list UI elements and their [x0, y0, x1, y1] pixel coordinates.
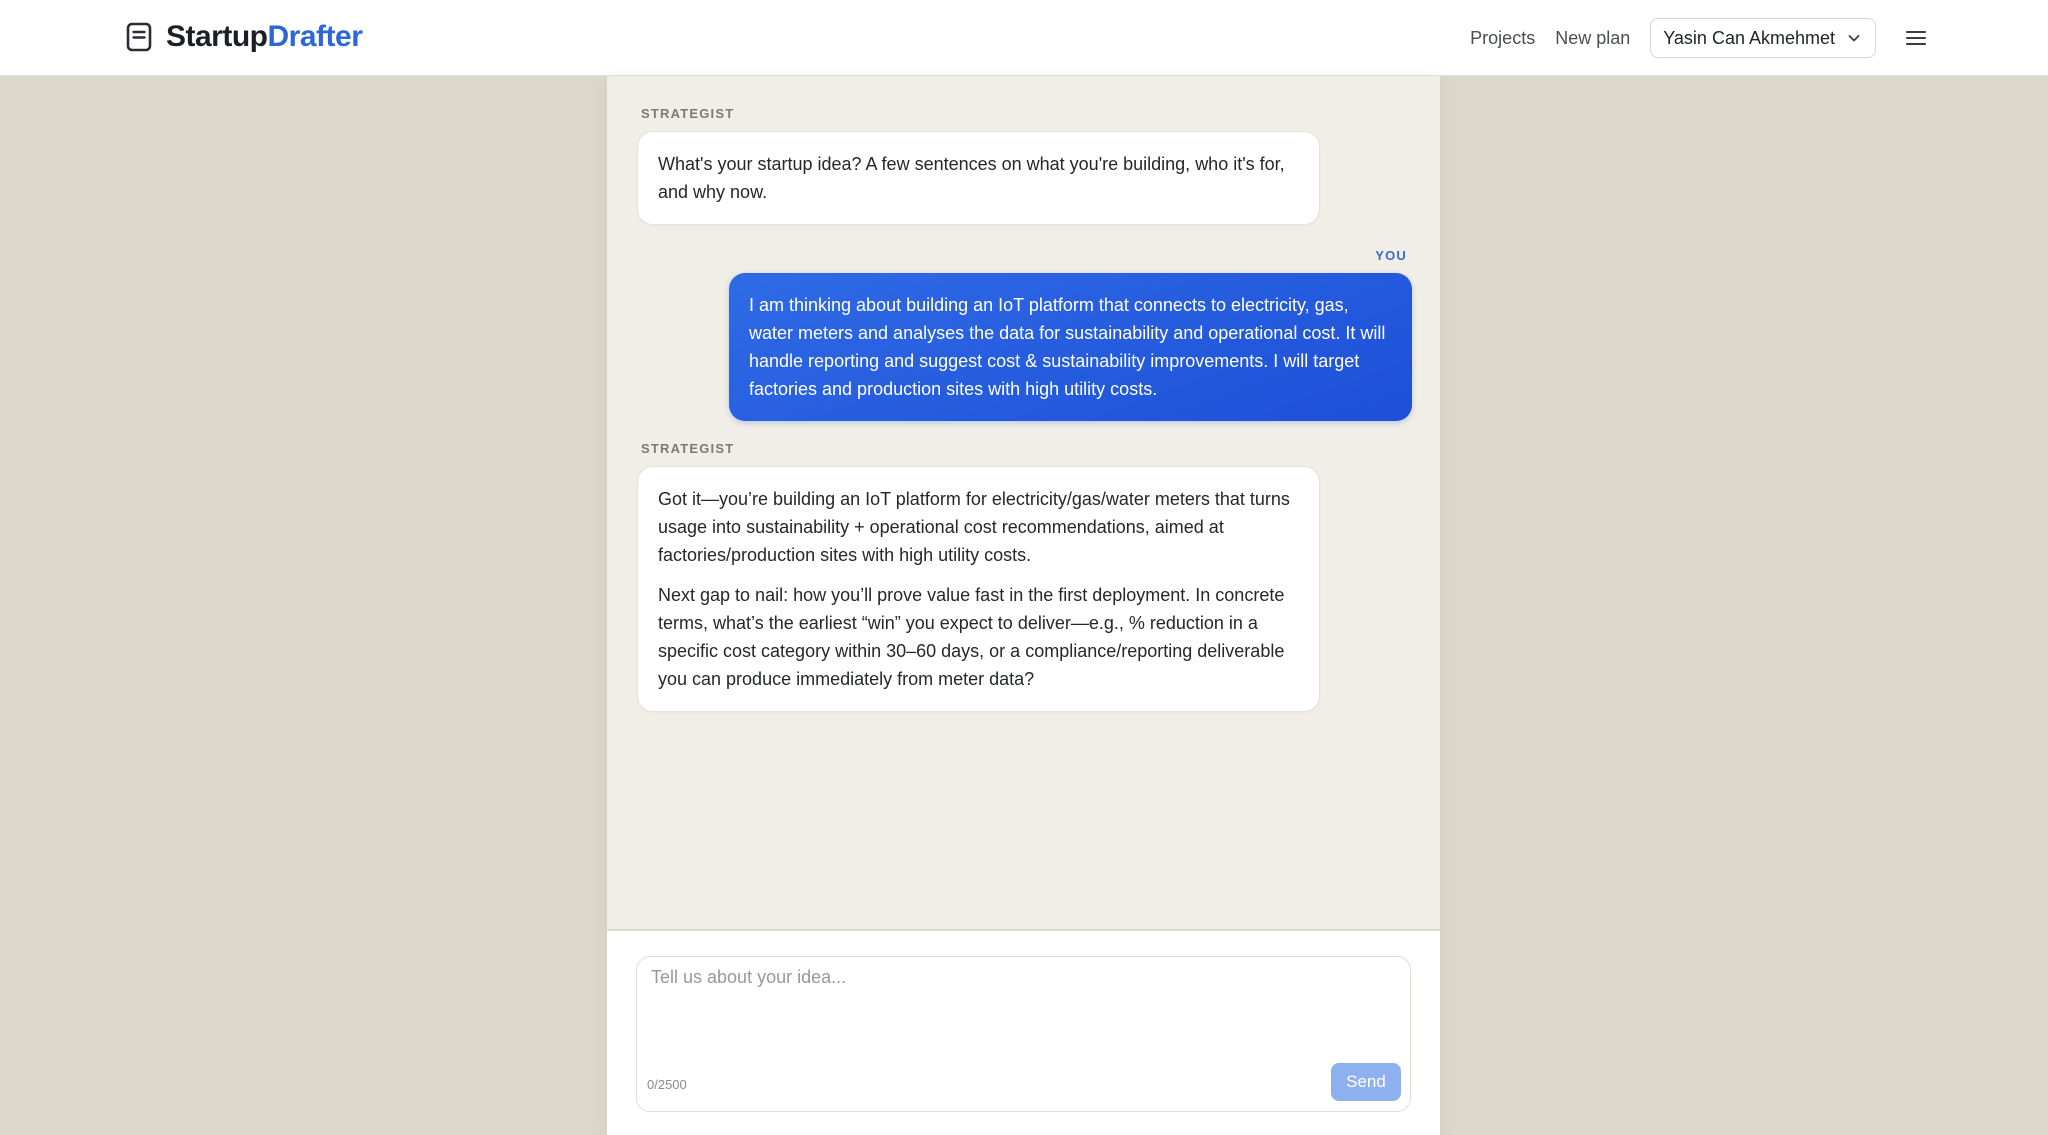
document-icon — [126, 22, 152, 52]
user-account-dropdown[interactable]: Yasin Can Akmehmet — [1650, 18, 1876, 58]
assistant-message-bubble: Got it—you’re building an IoT platform f… — [637, 466, 1320, 712]
chat-message-list: STRATEGIST What's your startup idea? A f… — [607, 76, 1440, 930]
hamburger-menu-icon[interactable] — [1904, 26, 1928, 50]
chat-panel: STRATEGIST What's your startup idea? A f… — [607, 76, 1440, 1135]
user-name: Yasin Can Akmehmet — [1663, 27, 1835, 48]
brand-name-part1: Startup — [166, 20, 268, 53]
user-message-bubble: I am thinking about building an IoT plat… — [729, 273, 1412, 421]
composer-area: 0/2500 Send — [607, 929, 1440, 1135]
brand-name-part2: Drafter — [267, 20, 363, 53]
top-navigation-bar: StartupDrafter Projects New plan Yasin C… — [0, 0, 2048, 76]
send-button[interactable]: Send — [1331, 1063, 1401, 1101]
nav-projects-link[interactable]: Projects — [1470, 28, 1535, 49]
message-role-label: YOU — [1375, 248, 1407, 263]
message-paragraph: Next gap to nail: how you’ll prove value… — [658, 585, 1285, 689]
message-role-label: STRATEGIST — [641, 441, 735, 456]
header-nav: Projects New plan Yasin Can Akmehmet — [1470, 17, 1928, 59]
brand-logo[interactable]: StartupDrafter — [126, 17, 363, 57]
brand-name: StartupDrafter — [166, 20, 363, 54]
composer-box: 0/2500 Send — [636, 956, 1411, 1112]
message-role-label: STRATEGIST — [641, 106, 735, 121]
message-paragraph: What's your startup idea? A few sentence… — [658, 154, 1285, 202]
message-paragraph: Got it—you’re building an IoT platform f… — [658, 489, 1290, 565]
character-counter: 0/2500 — [647, 1077, 687, 1092]
message-input[interactable] — [651, 967, 1396, 1057]
assistant-message-bubble: What's your startup idea? A few sentence… — [637, 131, 1320, 225]
nav-new-plan-link[interactable]: New plan — [1555, 28, 1630, 49]
chevron-down-icon — [1848, 35, 1860, 42]
message-paragraph: I am thinking about building an IoT plat… — [749, 295, 1386, 399]
